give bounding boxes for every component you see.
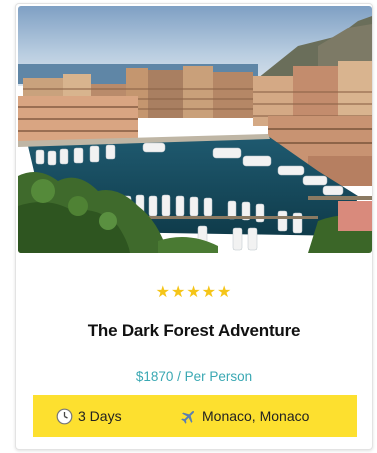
tour-duration: 3 Days [56, 408, 180, 425]
tour-info-bar: 3 Days Monaco, Monaco [33, 395, 357, 437]
star-icon: ★ [186, 282, 202, 301]
tour-card[interactable]: ★★★★★ The Dark Forest Adventure $1870 / … [15, 3, 373, 450]
tour-location-label: Monaco, Monaco [202, 408, 310, 424]
star-icon: ★ [201, 282, 218, 301]
star-icon: ★ [217, 282, 233, 301]
clock-icon [56, 408, 73, 425]
tour-location: Monaco, Monaco [180, 408, 309, 425]
tour-title[interactable]: The Dark Forest Adventure [16, 319, 372, 343]
star-icon: ★ [155, 282, 171, 301]
harbor-photo-illustration [18, 6, 372, 253]
rating-stars: ★★★★★ [16, 282, 372, 302]
airplane-icon [180, 408, 197, 425]
star-icon: ★ [170, 282, 187, 301]
tour-duration-label: 3 Days [78, 408, 122, 424]
tour-price: $1870 / Per Person [135, 369, 253, 384]
tour-photo[interactable] [18, 6, 372, 253]
